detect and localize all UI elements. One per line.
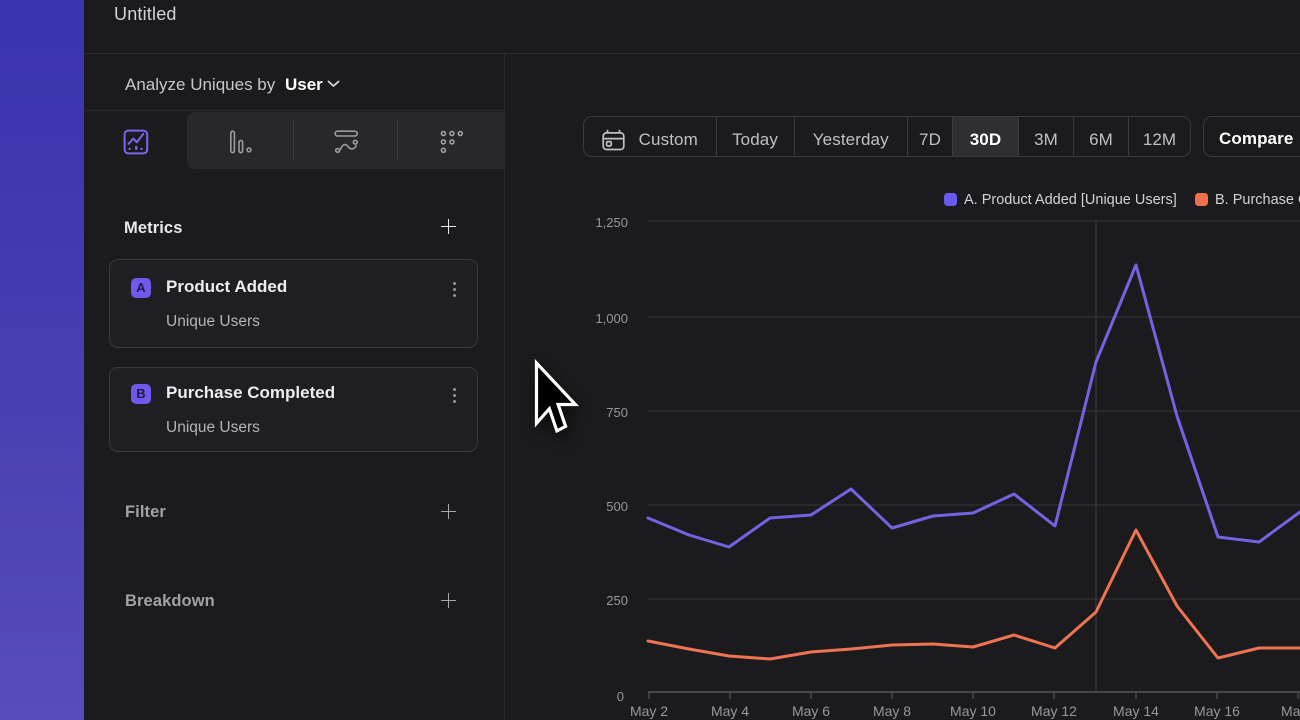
svg-text:May 14: May 14 bbox=[1113, 703, 1159, 719]
svg-text:250: 250 bbox=[606, 593, 628, 608]
svg-text:750: 750 bbox=[606, 405, 628, 420]
svg-text:May 2: May 2 bbox=[630, 703, 668, 719]
svg-text:500: 500 bbox=[606, 499, 628, 514]
svg-text:1,000: 1,000 bbox=[595, 311, 628, 326]
svg-text:May 12: May 12 bbox=[1031, 703, 1077, 719]
svg-text:May 18: May 18 bbox=[1281, 703, 1300, 719]
svg-text:0: 0 bbox=[617, 689, 624, 704]
svg-text:May 16: May 16 bbox=[1194, 703, 1240, 719]
svg-text:May 10: May 10 bbox=[950, 703, 996, 719]
svg-text:1,250: 1,250 bbox=[595, 215, 628, 230]
svg-text:May 6: May 6 bbox=[792, 703, 830, 719]
svg-text:May 4: May 4 bbox=[711, 703, 749, 719]
svg-text:May 8: May 8 bbox=[873, 703, 911, 719]
